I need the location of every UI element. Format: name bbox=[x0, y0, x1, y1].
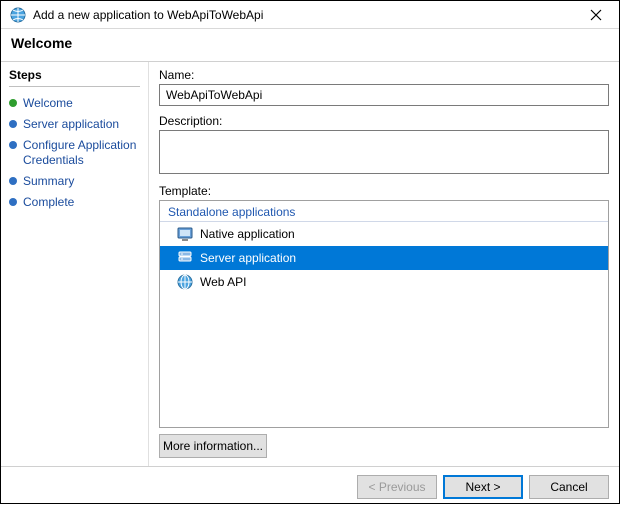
titlebar: Add a new application to WebApiToWebApi bbox=[1, 1, 619, 29]
close-button[interactable] bbox=[579, 4, 613, 26]
template-server-application[interactable]: Server application bbox=[160, 246, 608, 270]
step-server-application[interactable]: Server application bbox=[9, 114, 140, 135]
app-icon bbox=[9, 6, 27, 24]
template-web-api[interactable]: Web API bbox=[160, 270, 608, 294]
step-configure-credentials[interactable]: Configure Application Credentials bbox=[9, 135, 140, 171]
cancel-button[interactable]: Cancel bbox=[529, 475, 609, 499]
step-label: Welcome bbox=[23, 96, 73, 111]
step-bullet-icon bbox=[9, 141, 17, 149]
wizard-body: Steps Welcome Server application Configu… bbox=[1, 62, 619, 466]
page-title: Welcome bbox=[11, 35, 609, 51]
template-native-application[interactable]: Native application bbox=[160, 222, 608, 246]
name-label: Name: bbox=[159, 68, 609, 82]
description-label: Description: bbox=[159, 114, 609, 128]
previous-button: < Previous bbox=[357, 475, 437, 499]
steps-sidebar: Steps Welcome Server application Configu… bbox=[1, 62, 149, 466]
window-title: Add a new application to WebApiToWebApi bbox=[33, 8, 263, 22]
step-label: Complete bbox=[23, 195, 74, 210]
step-welcome[interactable]: Welcome bbox=[9, 93, 140, 114]
template-label: Template: bbox=[159, 184, 609, 198]
step-bullet-icon bbox=[9, 198, 17, 206]
template-item-label: Server application bbox=[200, 251, 296, 265]
divider bbox=[9, 86, 140, 87]
wizard-footer: < Previous Next > Cancel bbox=[1, 466, 619, 506]
step-bullet-icon bbox=[9, 177, 17, 185]
wizard-header: Welcome bbox=[1, 29, 619, 62]
close-icon bbox=[590, 9, 602, 21]
step-label: Configure Application Credentials bbox=[23, 138, 140, 168]
steps-heading: Steps bbox=[9, 68, 140, 82]
step-bullet-icon bbox=[9, 99, 17, 107]
next-button[interactable]: Next > bbox=[443, 475, 523, 499]
step-summary[interactable]: Summary bbox=[9, 171, 140, 192]
server-app-icon bbox=[176, 249, 194, 267]
main-panel: Name: Description: Template: Standalone … bbox=[149, 62, 619, 466]
name-input[interactable] bbox=[159, 84, 609, 106]
native-app-icon bbox=[176, 225, 194, 243]
template-item-label: Native application bbox=[200, 227, 295, 241]
more-information-button[interactable]: More information... bbox=[159, 434, 267, 458]
step-complete[interactable]: Complete bbox=[9, 192, 140, 213]
step-label: Summary bbox=[23, 174, 74, 189]
template-group-header: Standalone applications bbox=[160, 201, 608, 222]
template-item-label: Web API bbox=[200, 275, 246, 289]
step-label: Server application bbox=[23, 117, 119, 132]
template-list[interactable]: Standalone applications Native applicati… bbox=[159, 200, 609, 428]
description-input[interactable] bbox=[159, 130, 609, 174]
more-information-label: More information... bbox=[163, 439, 263, 453]
step-bullet-icon bbox=[9, 120, 17, 128]
web-api-icon bbox=[176, 273, 194, 291]
